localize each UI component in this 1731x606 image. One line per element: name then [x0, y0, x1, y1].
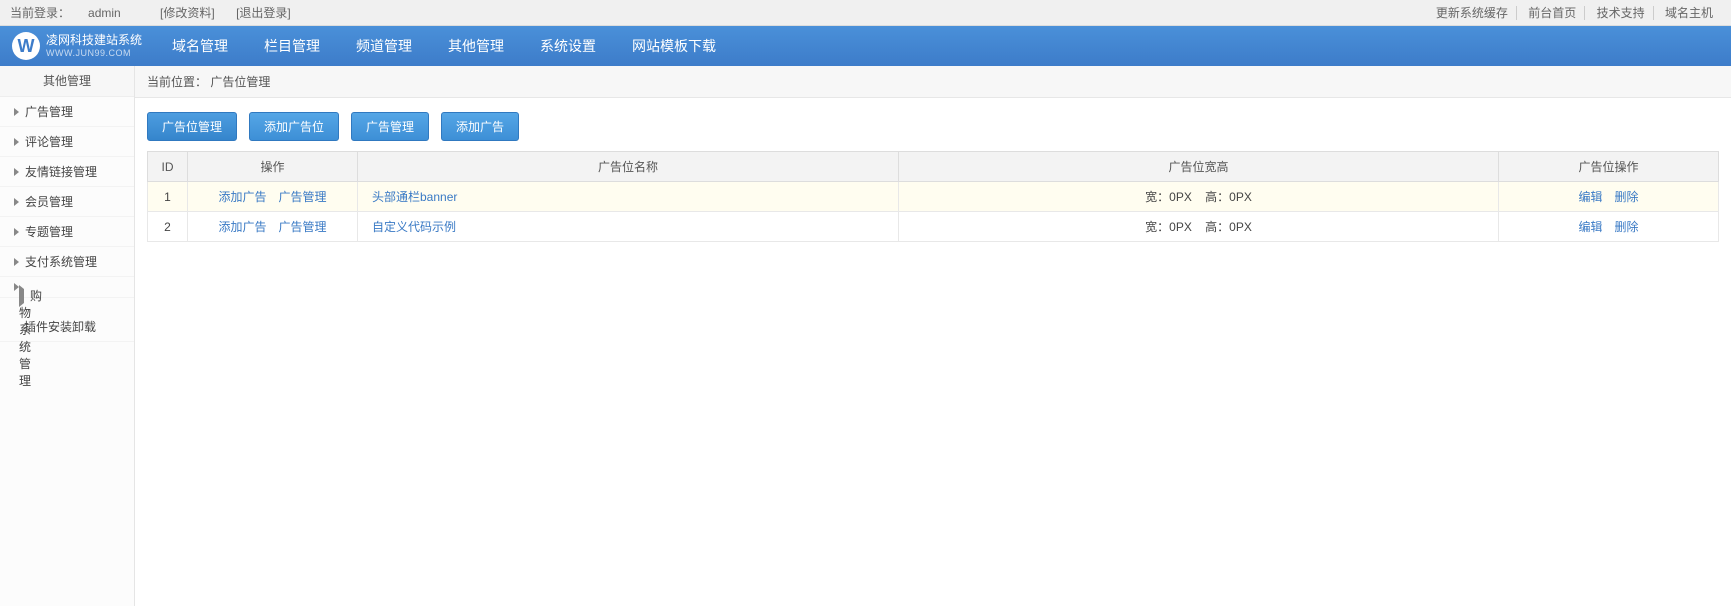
cell-wh: 宽：0PX 高：0PX: [899, 182, 1499, 212]
sidebar: 其他管理 广告管理 评论管理 友情链接管理 会员管理 专题管理 支付系统管理 购…: [0, 66, 135, 606]
sidebar-item-label: 广告管理: [25, 103, 73, 120]
layout: 其他管理 广告管理 评论管理 友情链接管理 会员管理 专题管理 支付系统管理 购…: [0, 66, 1731, 606]
sidebar-item-label: 会员管理: [25, 193, 73, 210]
frontend-home-link[interactable]: 前台首页: [1520, 6, 1585, 20]
cell-act: 编辑删除: [1499, 182, 1719, 212]
row-edit-link[interactable]: 编辑: [1578, 220, 1602, 234]
logo[interactable]: W 凌网科技建站系统 WWW.JUN99.COM: [0, 32, 154, 60]
row-add-ad-link[interactable]: 添加广告: [218, 190, 266, 204]
main-nav: 域名管理 栏目管理 频道管理 其他管理 系统设置 网站模板下载: [154, 26, 734, 66]
header-bar: W 凌网科技建站系统 WWW.JUN99.COM 域名管理 栏目管理 频道管理 …: [0, 26, 1731, 66]
cell-ops: 添加广告广告管理: [188, 212, 358, 242]
current-login-user: admin: [88, 6, 121, 20]
row-name-link[interactable]: 头部通栏banner: [372, 190, 457, 204]
top-bar-left: 当前登录： admin [修改资料] [退出登录]: [10, 0, 309, 25]
sidebar-item-label: 评论管理: [25, 133, 73, 150]
domain-hosting-link[interactable]: 域名主机: [1657, 6, 1721, 20]
row-edit-link[interactable]: 编辑: [1578, 190, 1602, 204]
current-login-label: 当前登录：: [10, 6, 70, 20]
triangle-icon: [14, 228, 19, 236]
nav-other[interactable]: 其他管理: [430, 26, 522, 66]
ad-position-table: ID 操作 广告位名称 广告位宽高 广告位操作 1添加广告广告管理头部通栏ban…: [147, 151, 1719, 242]
tech-support-link[interactable]: 技术支持: [1589, 6, 1654, 20]
triangle-icon: [14, 138, 19, 146]
th-ops: 操作: [188, 152, 358, 182]
edit-profile-link[interactable]: [修改资料]: [160, 6, 215, 20]
sidebar-item-topics[interactable]: 专题管理: [0, 217, 134, 247]
cell-id: 1: [148, 182, 188, 212]
toolbar: 广告位管理 添加广告位 广告管理 添加广告: [135, 98, 1731, 151]
nav-domain[interactable]: 域名管理: [154, 26, 246, 66]
sidebar-item-members[interactable]: 会员管理: [0, 187, 134, 217]
logo-title: 凌网科技建站系统: [46, 34, 142, 47]
th-name: 广告位名称: [358, 152, 899, 182]
sidebar-item-label: 支付系统管理: [25, 253, 97, 270]
logo-subtitle: WWW.JUN99.COM: [46, 48, 142, 58]
th-id: ID: [148, 152, 188, 182]
cell-name: 自定义代码示例: [358, 212, 899, 242]
current-login: 当前登录： admin: [10, 6, 142, 20]
table-header-row: ID 操作 广告位名称 广告位宽高 广告位操作: [148, 152, 1719, 182]
sidebar-item-comments[interactable]: 评论管理: [0, 127, 134, 157]
row-delete-link[interactable]: 删除: [1615, 190, 1639, 204]
sidebar-item-ads[interactable]: 广告管理: [0, 97, 134, 127]
btn-add-ad[interactable]: 添加广告: [441, 112, 519, 141]
triangle-icon: [19, 285, 24, 307]
btn-ad-manage[interactable]: 广告管理: [351, 112, 429, 141]
nav-column[interactable]: 栏目管理: [246, 26, 338, 66]
btn-add-ad-position[interactable]: 添加广告位: [249, 112, 339, 141]
nav-channel[interactable]: 频道管理: [338, 26, 430, 66]
sidebar-item-label: 友情链接管理: [25, 163, 97, 180]
sidebar-item-links[interactable]: 友情链接管理: [0, 157, 134, 187]
logout-link[interactable]: [退出登录]: [236, 6, 291, 20]
refresh-cache-link[interactable]: 更新系统缓存: [1428, 6, 1517, 20]
top-bar-right: 更新系统缓存 前台首页 技术支持 域名主机: [1428, 0, 1721, 25]
triangle-icon: [14, 198, 19, 206]
table-row: 1添加广告广告管理头部通栏banner宽：0PX 高：0PX编辑删除: [148, 182, 1719, 212]
breadcrumb-label: 当前位置：: [147, 75, 207, 89]
cell-wh: 宽：0PX 高：0PX: [899, 212, 1499, 242]
row-delete-link[interactable]: 删除: [1615, 220, 1639, 234]
btn-ad-position-manage[interactable]: 广告位管理: [147, 112, 237, 141]
row-name-link[interactable]: 自定义代码示例: [372, 220, 456, 234]
breadcrumb: 当前位置： 广告位管理: [135, 66, 1731, 98]
th-act: 广告位操作: [1499, 152, 1719, 182]
triangle-icon: [14, 108, 19, 116]
cell-name: 头部通栏banner: [358, 182, 899, 212]
nav-templates[interactable]: 网站模板下载: [614, 26, 734, 66]
row-manage-ad-link[interactable]: 广告管理: [279, 220, 327, 234]
cell-ops: 添加广告广告管理: [188, 182, 358, 212]
row-add-ad-link[interactable]: 添加广告: [218, 220, 266, 234]
sidebar-item-label: 专题管理: [25, 223, 73, 240]
sidebar-item-shopping[interactable]: 购物系统管理: [0, 277, 134, 298]
sidebar-group-title: 其他管理: [0, 66, 134, 97]
triangle-icon: [14, 168, 19, 176]
cell-act: 编辑删除: [1499, 212, 1719, 242]
nav-settings[interactable]: 系统设置: [522, 26, 614, 66]
cell-id: 2: [148, 212, 188, 242]
table-row: 2添加广告广告管理自定义代码示例宽：0PX 高：0PX编辑删除: [148, 212, 1719, 242]
th-wh: 广告位宽高: [899, 152, 1499, 182]
row-manage-ad-link[interactable]: 广告管理: [279, 190, 327, 204]
sidebar-item-payment[interactable]: 支付系统管理: [0, 247, 134, 277]
top-bar: 当前登录： admin [修改资料] [退出登录] 更新系统缓存 前台首页 技术支…: [0, 0, 1731, 26]
content: 当前位置： 广告位管理 广告位管理 添加广告位 广告管理 添加广告 ID 操作 …: [135, 66, 1731, 606]
triangle-icon: [14, 258, 19, 266]
logo-icon: W: [12, 32, 40, 60]
breadcrumb-value: 广告位管理: [210, 75, 270, 89]
